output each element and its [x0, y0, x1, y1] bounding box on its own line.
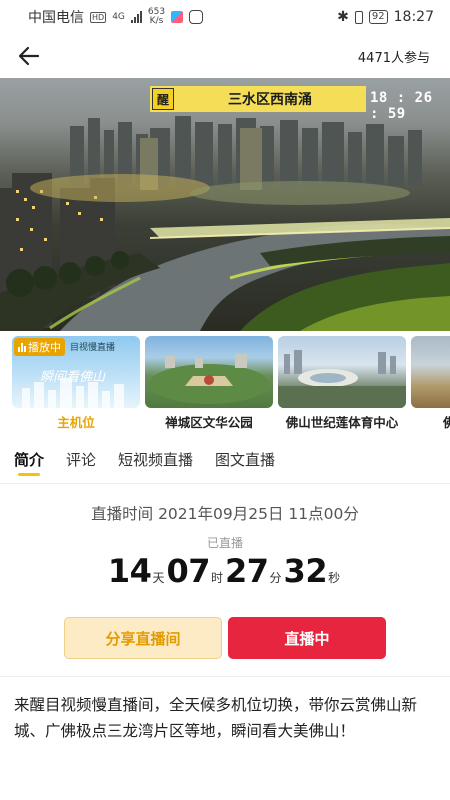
aired-label: 已直播	[206, 536, 243, 550]
camera-thumbnail-strip[interactable]: 播放中 目视慢直播 瞬间看佛山 主机位 禅城区文华公园 佛山世纪莲体育中心 佛	[0, 332, 450, 436]
app-icon-shield	[189, 10, 204, 24]
thumb-image	[411, 336, 450, 408]
location-overlay: 醒 三水区西南涌	[150, 86, 366, 112]
arrow-left-icon	[18, 46, 40, 66]
tab-intro[interactable]: 简介	[14, 436, 44, 484]
thumb-label: 佛山世纪莲体育中心	[285, 415, 399, 430]
thumb-label: 佛	[443, 415, 450, 430]
stadium-scene	[278, 350, 406, 408]
thumb-image	[278, 336, 406, 408]
battery-icon: 92	[368, 10, 388, 24]
content-tabs: 简介 评论 短视频直播 图文直播	[0, 436, 450, 484]
counter-seconds: 32	[283, 552, 328, 590]
share-live-room-button[interactable]: 分享直播间	[64, 617, 222, 659]
thumb-main-camera[interactable]: 播放中 目视慢直播 瞬间看佛山 主机位	[12, 336, 140, 432]
live-video-player[interactable]: 醒 三水区西南涌 18 : 26 : 59	[0, 78, 450, 331]
status-bar: 中国电信 HD 4G 653 K/s ✱ 92 18:27	[0, 0, 450, 34]
network-speed: 653 K/s	[148, 8, 165, 26]
counter-days-unit: 天	[152, 571, 165, 585]
thumb-wenhua-park[interactable]: 禅城区文华公园	[145, 336, 273, 432]
elapsed-counter: 14 天 07 时 27 分 32 秒	[0, 552, 450, 590]
tab-short-video-live[interactable]: 短视频直播	[118, 436, 193, 484]
counter-days: 14	[107, 552, 152, 590]
counter-minutes-unit: 分	[269, 571, 282, 585]
clock: 18:27	[393, 9, 434, 25]
park-aerial-scene	[149, 354, 269, 404]
participant-count: 4471人参与	[357, 50, 430, 66]
counter-hours-unit: 时	[210, 571, 223, 585]
intro-text: 来醒目视频慢直播间，全天候多机位切换，带你云赏佛山新城、广佛极点三龙湾片区等地，…	[14, 696, 418, 740]
status-right: ✱ 92 18:27	[337, 9, 434, 25]
status-left: 中国电信 HD 4G 653 K/s	[28, 7, 204, 27]
live-now-button[interactable]: 直播中	[228, 617, 386, 659]
tab-comments[interactable]: 评论	[66, 436, 96, 484]
network-type: 4G	[112, 11, 125, 22]
carrier-name: 中国电信	[28, 10, 84, 26]
nav-bar: 4471人参与	[0, 34, 450, 78]
back-button[interactable]	[14, 41, 44, 71]
location-title: 三水区西南涌	[228, 92, 312, 108]
brand-logo: 醒	[152, 88, 174, 110]
thumb-label: 主机位	[57, 415, 95, 430]
broadcast-start-time: 直播时间 2021年09月25日 11点00分	[91, 505, 359, 523]
divider	[0, 676, 450, 677]
thumb-century-lotus[interactable]: 佛山世纪莲体育中心	[278, 336, 406, 432]
counter-hours: 07	[166, 552, 210, 590]
thumb-image: 播放中 目视慢直播 瞬间看佛山	[12, 336, 140, 408]
thumb-label: 禅城区文华公园	[165, 415, 253, 430]
speed-unit: K/s	[149, 16, 164, 26]
skyline-silhouette	[22, 378, 124, 408]
thumb-image	[145, 336, 273, 408]
signal-icon	[130, 11, 142, 23]
hd-badge: HD	[90, 11, 107, 23]
vibrate-icon	[354, 10, 363, 24]
video-timestamp: 18 : 26 : 59	[370, 90, 433, 122]
tab-photo-text-live[interactable]: 图文直播	[215, 436, 275, 484]
app-icon-colorful	[171, 11, 184, 23]
counter-minutes: 27	[225, 552, 269, 590]
thumb-partial[interactable]: 佛	[411, 336, 450, 432]
bluetooth-icon: ✱	[337, 9, 349, 25]
counter-seconds-unit: 秒	[328, 571, 341, 585]
